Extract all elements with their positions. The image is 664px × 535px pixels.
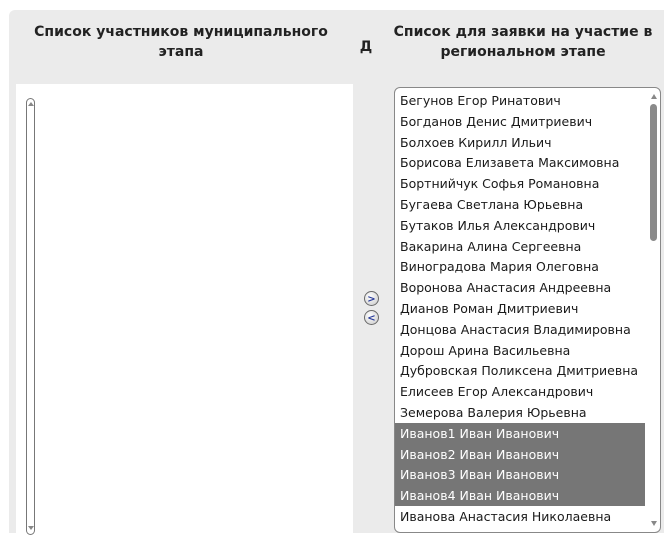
scroll-up-icon[interactable] <box>27 100 34 108</box>
list-item[interactable]: Бегунов Егор Ринатович <box>395 90 645 111</box>
list-item[interactable]: Иванов1 Иван Иванович <box>395 422 645 444</box>
list-item[interactable]: Елисеев Егор Александрович <box>395 381 645 402</box>
move-right-button[interactable]: > <box>364 291 379 306</box>
list-item[interactable]: Вакарина Алина Сергеевна <box>395 236 645 257</box>
regional-application-list[interactable]: Иванова Анастасия Николаевна Иванов4 Иван… <box>394 87 661 533</box>
scrollbar-thumb[interactable] <box>650 104 657 241</box>
municipal-list-scrollbar[interactable] <box>26 98 35 535</box>
list-item[interactable]: Дубровская Поликсена Дмитриевна <box>395 360 645 381</box>
municipal-participants-list[interactable] <box>16 84 353 535</box>
list-item[interactable]: Иванов4 Иван Иванович <box>395 485 645 507</box>
list-item[interactable]: Бутаков Илья Александрович <box>395 215 645 236</box>
list-item[interactable]: Бугаева Светлана Юрьевна <box>395 194 645 215</box>
list-item[interactable]: Иванов3 Иван Иванович <box>395 464 645 486</box>
middle-column-header: Д <box>359 39 373 55</box>
list-item[interactable]: Богданов Денис Дмитриевич <box>395 111 645 132</box>
list-item[interactable]: Дорош Арина Васильевна <box>395 340 645 361</box>
scroll-up-icon[interactable] <box>651 94 657 99</box>
list-item[interactable]: Болхоев Кирилл Ильич <box>395 132 645 153</box>
municipal-list-header: Список участников муниципального этапа <box>34 24 328 60</box>
list-item[interactable]: Земерова Валерия Юрьевна <box>395 402 645 423</box>
regional-list-scrollbar[interactable] <box>648 88 660 532</box>
list-item[interactable]: Иванова Анастасия Николаевна <box>395 506 645 527</box>
scroll-down-icon[interactable] <box>651 521 657 526</box>
list-item[interactable]: Дианов Роман Дмитриевич <box>395 298 645 319</box>
list-item[interactable]: Воронова Анастасия Андреевна <box>395 277 645 298</box>
scroll-down-icon[interactable] <box>27 524 34 532</box>
list-item[interactable]: Борисова Елизавета Максимовна <box>395 152 645 173</box>
move-left-button[interactable]: < <box>364 310 379 325</box>
list-item[interactable]: Донцова Анастасия Владимировна <box>395 319 645 340</box>
list-item[interactable]: Виноградова Мария Олеговна <box>395 256 645 277</box>
regional-list-header: Список для заявки на участие в региональ… <box>393 24 653 60</box>
list-item[interactable]: Иванов2 Иван Иванович <box>395 443 645 465</box>
list-item[interactable]: Бортнийчук Софья Романовна <box>395 173 645 194</box>
